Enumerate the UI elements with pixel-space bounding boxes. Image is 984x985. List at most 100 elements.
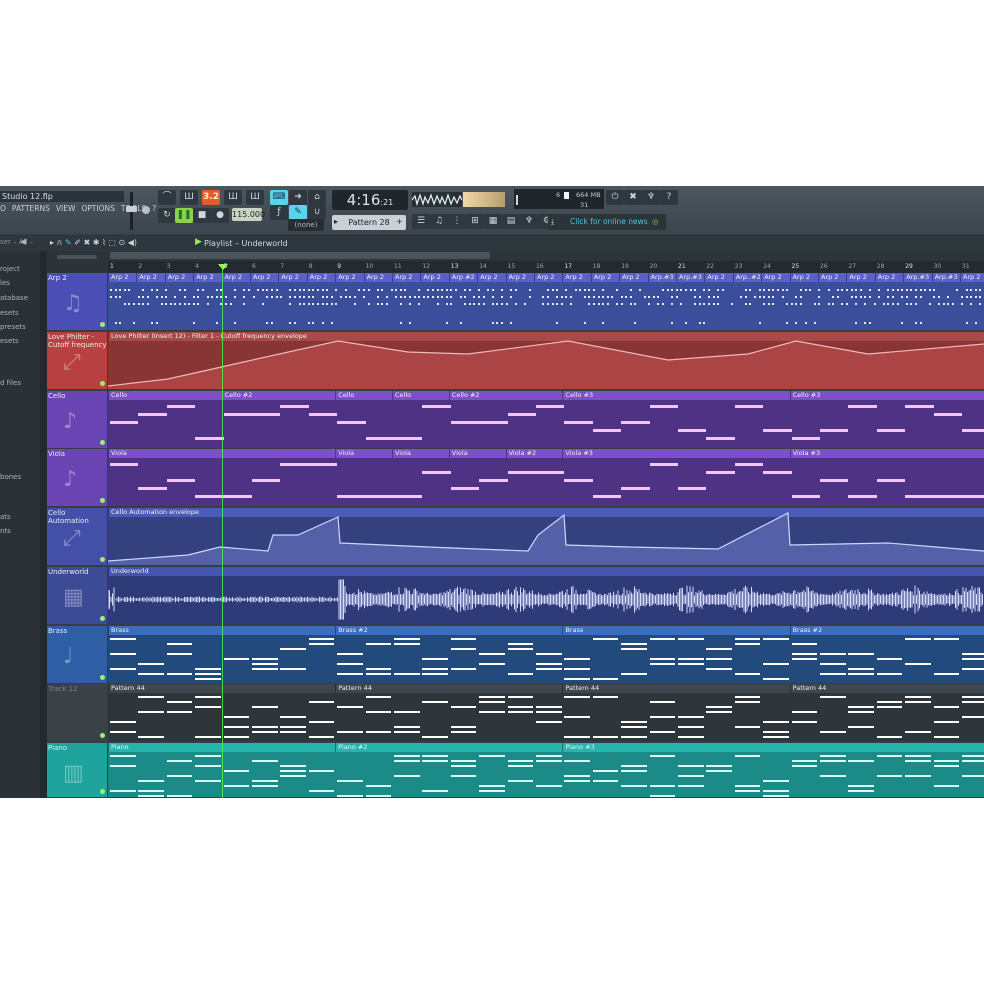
draw-icon[interactable]: ✎ bbox=[289, 205, 307, 220]
track-enable-led[interactable] bbox=[100, 498, 105, 503]
clip-label[interactable]: Arp 2 bbox=[562, 273, 591, 282]
playlist-window-icon[interactable]: ☰ bbox=[412, 214, 430, 229]
cpu-icon[interactable]: ⏻ bbox=[606, 190, 624, 205]
clip-label[interactable]: Arp 2 bbox=[221, 273, 250, 282]
track-enable-led[interactable] bbox=[100, 675, 105, 680]
browser-item[interactable]: nts bbox=[0, 527, 11, 535]
pattern-add-icon[interactable]: + bbox=[396, 217, 403, 226]
clip-label[interactable]: Viola #3 bbox=[789, 449, 984, 458]
clip-label[interactable]: Arp 2 bbox=[306, 273, 336, 282]
channel-rack-window-icon[interactable]: ⋮ bbox=[448, 214, 466, 229]
browser-item[interactable]: roject bbox=[0, 265, 20, 273]
blend-notes-button[interactable]: Ш bbox=[224, 190, 242, 205]
clip-label[interactable]: Viola bbox=[392, 449, 449, 458]
save-icon[interactable]: ⌂ bbox=[308, 190, 326, 205]
track-enable-led[interactable] bbox=[100, 322, 105, 327]
browser-options-icon[interactable]: ◀ bbox=[20, 237, 26, 246]
track-lane[interactable]: Brass Brass #2 Brass Brass #2 bbox=[108, 626, 984, 683]
clip-label[interactable]: Brass #2 bbox=[335, 626, 563, 635]
zoom-tool-icon[interactable]: ⊙ bbox=[119, 238, 126, 247]
playlist-menu-icon[interactable]: ▸ bbox=[50, 238, 54, 247]
delete-tool-icon[interactable]: ✖ bbox=[83, 238, 90, 247]
clip-label[interactable]: Pattern 44 bbox=[789, 684, 984, 693]
mixer-window-icon[interactable]: ⊞ bbox=[466, 214, 484, 229]
menu-item-file[interactable]: O bbox=[0, 204, 6, 216]
browser-filter[interactable]: ser – All – bbox=[0, 238, 33, 246]
track-header[interactable]: Brass ♩ bbox=[47, 626, 107, 683]
pattern-selector[interactable]: Pattern 28 bbox=[332, 215, 406, 230]
pencil-tool-icon[interactable]: ✎ bbox=[65, 238, 72, 247]
playhead-line[interactable] bbox=[222, 264, 223, 798]
track-enable-led[interactable] bbox=[100, 789, 105, 794]
playhead-marker[interactable] bbox=[218, 264, 228, 270]
clip-label[interactable]: Arp.#3 bbox=[647, 273, 676, 282]
track-header[interactable]: Track 12 bbox=[47, 684, 107, 741]
browser-item[interactable]: atabase bbox=[0, 294, 28, 302]
track-enable-led[interactable] bbox=[100, 557, 105, 562]
clip-label[interactable]: Arp 2 bbox=[420, 273, 449, 282]
loop-icon[interactable]: ↻ bbox=[158, 208, 176, 223]
menu-item-patterns[interactable]: PATTERNS bbox=[12, 204, 50, 216]
loop-record-button[interactable]: Ш bbox=[246, 190, 264, 205]
clip-label[interactable]: Cello bbox=[335, 391, 392, 400]
track-header[interactable]: Piano ▥ bbox=[47, 743, 107, 797]
clip-label[interactable]: Arp 2 bbox=[108, 273, 137, 282]
timeline-ruler[interactable]: 1 2 3 4 5 6 7 8 9 10 11 12 13 14 15 16 17 18 19 20 21 22 23 24 2… bbox=[108, 251, 984, 273]
clip-label[interactable]: Pattern 44 bbox=[335, 684, 563, 693]
clip-label[interactable]: Pattern 44 bbox=[562, 684, 790, 693]
mute-tool-icon[interactable]: ✱ bbox=[93, 238, 100, 247]
pause-button[interactable]: ❚❚ bbox=[175, 208, 193, 223]
horizontal-zoom-slider[interactable] bbox=[57, 255, 97, 259]
clip-label[interactable]: Arp..#2 bbox=[732, 273, 762, 282]
snap-icon[interactable]: ƒ bbox=[270, 205, 288, 220]
browser-item[interactable]: esets bbox=[0, 337, 19, 345]
clip-label[interactable]: Cello bbox=[108, 391, 222, 400]
clip-label[interactable]: Arp.#3 bbox=[903, 273, 932, 282]
track-lane[interactable]: Love Philter (Insert 12) - Filter 1 - Cu… bbox=[108, 332, 984, 389]
browser-scrollbar[interactable] bbox=[40, 251, 47, 798]
track-lane[interactable]: Cello Automation envelope bbox=[108, 508, 984, 565]
wait-input-button[interactable]: Ш bbox=[180, 190, 198, 205]
clip-label[interactable]: Arp 2 bbox=[278, 273, 307, 282]
clip-label[interactable]: Arp 2 bbox=[477, 273, 506, 282]
snap-selector[interactable]: (none) bbox=[288, 219, 324, 231]
clip-label[interactable]: Viola #2 bbox=[505, 449, 563, 458]
clip-label[interactable]: Arp.#3 bbox=[931, 273, 960, 282]
clip-label[interactable]: Cello #2 bbox=[221, 391, 336, 400]
clip-label[interactable]: Arp 2 bbox=[193, 273, 222, 282]
clip-label[interactable]: Arp 2 bbox=[846, 273, 875, 282]
pattern-song-badge[interactable]: 3.2 bbox=[202, 190, 220, 205]
clip-label[interactable]: Arp 2 bbox=[392, 273, 421, 282]
song-position-display[interactable]: 4:16:21 bbox=[332, 190, 408, 210]
clip-label[interactable]: Viola bbox=[335, 449, 392, 458]
clip-label[interactable]: Arp 2 bbox=[164, 273, 194, 282]
track-lane[interactable]: Pattern 44 Pattern 44 Pattern 44 Pattern 44 bbox=[108, 684, 984, 741]
clip-label[interactable]: Cello bbox=[392, 391, 449, 400]
clip-label[interactable]: Brass #2 bbox=[789, 626, 984, 635]
magnet-icon[interactable]: ∪ bbox=[308, 205, 326, 220]
clip-label[interactable]: Arp 2 bbox=[363, 273, 392, 282]
clip-label[interactable]: Arp 2 bbox=[789, 273, 818, 282]
clip-label[interactable]: Arp 2 bbox=[874, 273, 904, 282]
track-header[interactable]: Love Philter - Cutoff frequency ⤢ bbox=[47, 332, 107, 389]
magnet-tool-icon[interactable]: ∩ bbox=[57, 238, 63, 247]
clip-label[interactable]: Arp 2 bbox=[960, 273, 984, 282]
track-header[interactable]: Cello Automation ⤢ bbox=[47, 508, 107, 565]
metronome-button[interactable]: ⌒ bbox=[158, 190, 176, 205]
typing-keyboard-icon[interactable]: ⌨ bbox=[270, 190, 288, 205]
clip-label[interactable]: Arp 2 bbox=[761, 273, 790, 282]
microphone-icon[interactable]: ♆ bbox=[642, 190, 660, 205]
clip-label[interactable]: Arp 2 bbox=[704, 273, 733, 282]
tempo-display[interactable]: 115.000 bbox=[232, 208, 265, 221]
browser-item[interactable]: d files bbox=[0, 379, 21, 387]
master-volume-handle[interactable] bbox=[126, 206, 137, 212]
track-enable-led[interactable] bbox=[100, 733, 105, 738]
clip-label[interactable]: Viola bbox=[448, 449, 506, 458]
track-enable-led[interactable] bbox=[100, 440, 105, 445]
clip-label[interactable]: Arp 2 bbox=[534, 273, 563, 282]
select-tool-icon[interactable]: ⬚ bbox=[108, 238, 116, 247]
track-lane[interactable]: Arp 2 Arp 2 Arp 2 Arp 2 Arp 2 Arp 2 Arp 2 Arp 2… bbox=[108, 273, 984, 330]
record-button[interactable]: ● bbox=[211, 208, 229, 223]
browser-item[interactable]: bones bbox=[0, 473, 21, 481]
track-header[interactable]: Viola ♪ bbox=[47, 449, 107, 506]
